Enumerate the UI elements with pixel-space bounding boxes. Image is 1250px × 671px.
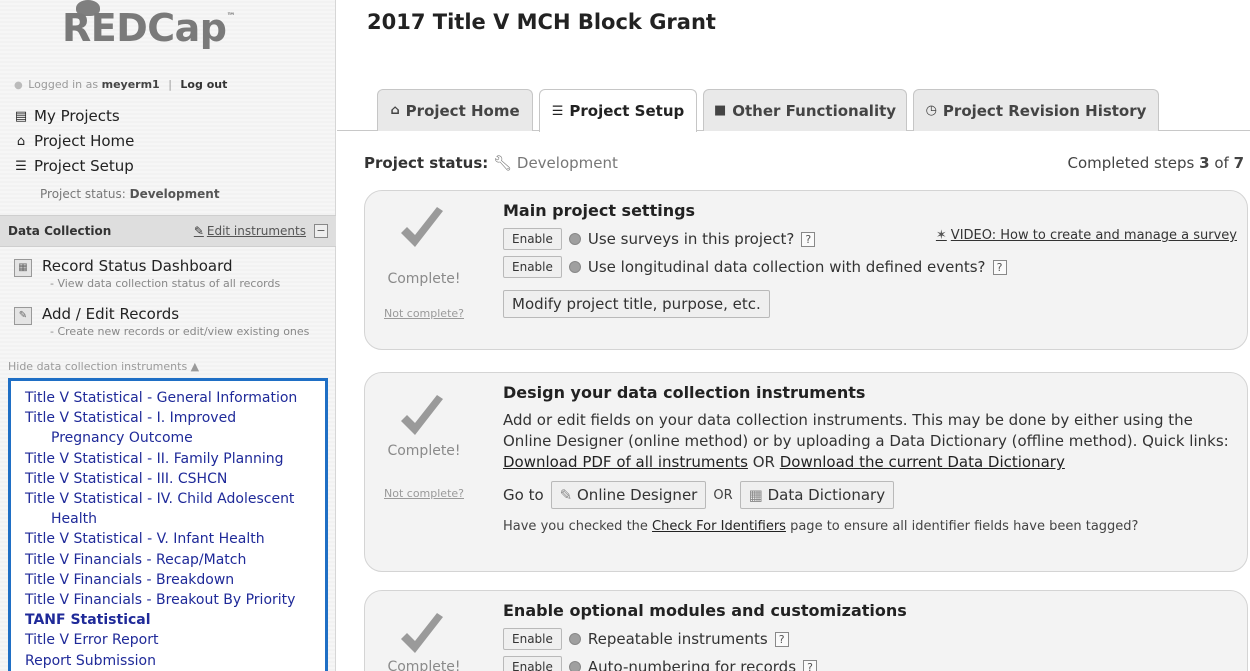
nav-project-setup-label: Project Setup xyxy=(34,157,134,175)
add-edit-records-link[interactable]: ✎ Add / Edit Records - Create new record… xyxy=(14,305,309,338)
instrument-link[interactable]: Title V Statistical - V. Infant Health xyxy=(25,529,325,549)
nav-project-home[interactable]: ⌂ Project Home xyxy=(14,132,135,150)
design-description: Add or edit fields on your data collecti… xyxy=(503,411,1229,471)
dashboard-icon: ▦ xyxy=(14,259,32,277)
tab-project-setup[interactable]: ☰ Project Setup xyxy=(539,89,697,132)
instrument-list: Title V Statistical - General Informatio… xyxy=(8,378,328,671)
help-icon[interactable]: ? xyxy=(774,631,789,647)
instrument-link[interactable]: Title V Statistical - General Informatio… xyxy=(25,388,325,408)
redcap-logo[interactable]: REDCap™ xyxy=(62,6,235,50)
checkmark-icon xyxy=(401,395,443,435)
data-dictionary-button[interactable]: ▦ Data Dictionary xyxy=(739,481,895,509)
data-collection-title: Data Collection xyxy=(8,224,112,238)
check-identifiers-link[interactable]: Check For Identifiers xyxy=(652,519,786,534)
book-icon: ■ xyxy=(713,103,727,118)
help-icon[interactable]: ? xyxy=(801,231,816,247)
tab-project-revision-history[interactable]: ◷ Project Revision History xyxy=(913,89,1159,131)
disabled-dot-icon xyxy=(568,233,581,245)
online-designer-button[interactable]: ✎ Online Designer xyxy=(550,481,707,509)
not-complete-link[interactable]: Not complete? xyxy=(365,307,483,320)
instrument-link[interactable]: TANF Statistical xyxy=(25,610,325,630)
wrench-icon: 🔧︎ xyxy=(493,154,513,172)
edit-instruments-link[interactable]: ✎ Edit instruments xyxy=(194,224,306,238)
card-title: Design your data collection instruments xyxy=(503,383,866,402)
instrument-link[interactable]: Title V Statistical - II. Family Plannin… xyxy=(25,449,325,469)
lock-icon: ● xyxy=(14,80,23,91)
download-dictionary-link[interactable]: Download the current Data Dictionary xyxy=(780,453,1065,471)
checkmark-icon xyxy=(401,207,443,247)
hide-instruments-toggle[interactable]: Hide data collection instruments ▲ xyxy=(8,360,199,373)
instrument-link[interactable]: Title V Financials - Recap/Match xyxy=(25,550,325,570)
enable-longitudinal-button[interactable]: Enable xyxy=(503,256,562,278)
main-settings-card: Complete! Not complete? Main project set… xyxy=(364,190,1248,350)
enable-repeatable-button[interactable]: Enable xyxy=(503,628,562,650)
enable-autonumbering-button[interactable]: Enable xyxy=(503,656,562,671)
completed-steps: Completed steps 3 of 7 xyxy=(1067,154,1244,172)
history-icon: ◷ xyxy=(925,103,937,118)
home-icon: ⌂ xyxy=(16,133,26,149)
disabled-dot-icon xyxy=(568,661,581,671)
sidebar-status-value: Development xyxy=(129,187,220,201)
card-title: Main project settings xyxy=(503,201,696,220)
project-status-value: Development xyxy=(516,154,618,172)
logged-in-label: Logged in as xyxy=(28,78,99,91)
help-icon[interactable]: ? xyxy=(992,259,1007,275)
optional-modules-card: Complete! Enable optional modules and cu… xyxy=(364,590,1248,671)
setup-list-icon: ☰ xyxy=(15,158,27,174)
instrument-link-continued[interactable]: Pregnancy Outcome xyxy=(25,428,325,448)
record-status-dashboard-link[interactable]: ▦ Record Status Dashboard - View data co… xyxy=(14,257,280,290)
not-complete-link[interactable]: Not complete? xyxy=(365,487,483,500)
checkmark-icon xyxy=(401,613,443,653)
design-instruments-card: Complete! Not complete? Design your data… xyxy=(364,372,1248,572)
list-icon: ☰ xyxy=(551,103,564,119)
tab-bar: ⌂ Project Home ☰ Project Setup ■ Other F… xyxy=(337,89,1250,132)
logout-link[interactable]: Log out xyxy=(180,78,227,91)
nav-my-projects-label: My Projects xyxy=(34,107,120,125)
disabled-dot-icon xyxy=(568,633,581,645)
project-status-row: Project status: 🔧︎ Development Completed… xyxy=(364,154,1244,172)
dictionary-icon: ▦ xyxy=(748,486,763,504)
video-link[interactable]: ✶ VIDEO: How to create and manage a surve… xyxy=(936,228,1237,243)
instrument-link[interactable]: Title V Statistical - I. Improved xyxy=(25,408,325,428)
login-info: ● Logged in as meyerm1 | Log out xyxy=(14,78,228,91)
username: meyerm1 xyxy=(101,78,160,91)
instrument-link[interactable]: Title V Financials - Breakout By Priorit… xyxy=(25,590,325,610)
modify-project-button[interactable]: Modify project title, purpose, etc. xyxy=(503,290,770,318)
tab-other-functionality[interactable]: ■ Other Functionality xyxy=(703,89,907,131)
nav-project-setup[interactable]: ☰ Project Setup xyxy=(14,157,134,175)
card-title: Enable optional modules and customizatio… xyxy=(503,601,907,620)
page-title: 2017 Title V MCH Block Grant xyxy=(367,10,716,34)
enable-surveys-button[interactable]: Enable xyxy=(503,228,562,250)
left-sidebar: REDCap™ ● Logged in as meyerm1 | Log out… xyxy=(0,0,336,671)
disabled-dot-icon xyxy=(568,261,581,273)
edit-records-icon: ✎ xyxy=(14,307,32,325)
tab-project-home[interactable]: ⌂ Project Home xyxy=(377,89,533,131)
pencil-icon: ✎ xyxy=(193,224,204,238)
instrument-link[interactable]: Title V Error Report xyxy=(25,630,325,650)
designer-icon: ✎ xyxy=(559,486,573,504)
home-icon: ⌂ xyxy=(390,103,400,118)
help-icon[interactable]: ? xyxy=(803,659,818,671)
main-content: 2017 Title V MCH Block Grant ⌂ Project H… xyxy=(337,0,1250,671)
film-icon: ✶ xyxy=(935,228,947,243)
identifiers-note: Have you checked the Check For Identifie… xyxy=(503,519,1139,534)
instrument-link-continued[interactable]: Health xyxy=(25,509,325,529)
instrument-link[interactable]: Title V Statistical - IV. Child Adolesce… xyxy=(25,489,325,509)
list-icon: ▤ xyxy=(14,108,28,124)
instrument-link[interactable]: Title V Financials - Breakdown xyxy=(25,570,325,590)
nav-project-home-label: Project Home xyxy=(34,132,135,150)
data-collection-header: Data Collection ✎ Edit instruments − xyxy=(0,215,336,247)
sidebar-project-status: Project status: Development xyxy=(40,187,220,201)
instrument-link[interactable]: Report Submission xyxy=(25,651,325,671)
nav-my-projects[interactable]: ▤ My Projects xyxy=(14,107,120,125)
instrument-link[interactable]: Title V Statistical - III. CSHCN xyxy=(25,469,325,489)
collapse-button[interactable]: − xyxy=(314,224,328,238)
download-pdf-link[interactable]: Download PDF of all instruments xyxy=(503,453,748,471)
